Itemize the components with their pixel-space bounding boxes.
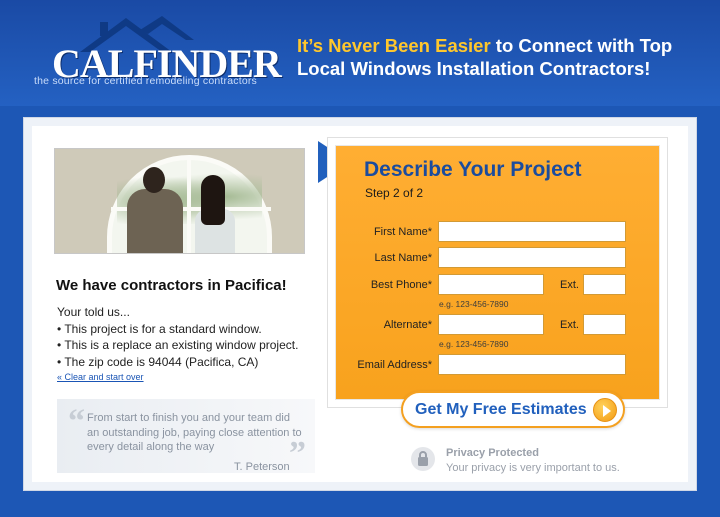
- lock-icon: [411, 447, 435, 471]
- clear-start-over-link[interactable]: « Clear and start over: [57, 372, 144, 382]
- alternate-ext-field[interactable]: [583, 314, 626, 335]
- calfinder-logo[interactable]: CALFINDER the source for certified remod…: [30, 14, 282, 94]
- close-quote-icon: ”: [289, 435, 306, 472]
- phone-hint: e.g. 123-456-7890: [439, 299, 509, 309]
- first-name-field[interactable]: [438, 221, 626, 242]
- alternate-phone-label: Alternate*: [383, 319, 432, 331]
- first-name-label: First Name*: [373, 226, 432, 238]
- project-form: Describe Your Project Step 2 of 2 First …: [335, 145, 660, 400]
- privacy-subtitle: Your privacy is very important to us.: [446, 462, 620, 474]
- content-inner: We have contractors in Pacifica! Your to…: [32, 126, 688, 482]
- couple-window-photo: [54, 148, 305, 254]
- testimonial-author: T. Peterson: [234, 461, 290, 473]
- alternate-ext-label: Ext.: [560, 319, 579, 331]
- get-estimates-label: Get My Free Estimates: [415, 401, 587, 418]
- last-name-label: Last Name*: [374, 252, 432, 264]
- project-summary: Your told us... • This project is for a …: [57, 304, 298, 370]
- last-name-field[interactable]: [438, 247, 626, 268]
- open-quote-icon: “: [68, 403, 85, 440]
- testimonial: “ From start to finish you and your team…: [57, 399, 315, 473]
- summary-item: • This is a replace an existing window p…: [57, 338, 299, 352]
- email-label: Email Address*: [357, 359, 432, 371]
- best-phone-ext-field[interactable]: [583, 274, 626, 295]
- form-title: Describe Your Project: [364, 158, 582, 181]
- form-step: Step 2 of 2: [365, 186, 424, 200]
- summary-item: • This project is for a standard window.: [57, 321, 262, 336]
- logo-tagline: the source for certified remodeling cont…: [34, 75, 257, 87]
- alternate-phone-hint: e.g. 123-456-7890: [439, 339, 509, 349]
- header: CALFINDER the source for certified remod…: [0, 0, 720, 106]
- best-phone-label: Best Phone*: [370, 279, 432, 291]
- headline-highlight: It’s Never Been Easier: [297, 35, 491, 56]
- testimonial-text: From start to finish you and your team d…: [87, 412, 302, 453]
- get-estimates-button[interactable]: Get My Free Estimates: [401, 391, 625, 428]
- told-intro: Your told us...: [57, 305, 130, 319]
- privacy-title: Privacy Protected: [446, 447, 539, 459]
- content-panel: We have contractors in Pacifica! Your to…: [23, 117, 697, 491]
- page-headline: It’s Never Been Easier to Connect with T…: [297, 34, 707, 80]
- best-phone-ext-label: Ext.: [560, 279, 579, 291]
- alternate-phone-field[interactable]: [438, 314, 544, 335]
- summary-item: • The zip code is 94044 (Pacifica, CA): [57, 354, 259, 369]
- play-arrow-icon: [593, 398, 617, 422]
- best-phone-field[interactable]: [438, 274, 544, 295]
- email-field[interactable]: [438, 354, 626, 375]
- contractors-heading: We have contractors in Pacifica!: [56, 277, 287, 294]
